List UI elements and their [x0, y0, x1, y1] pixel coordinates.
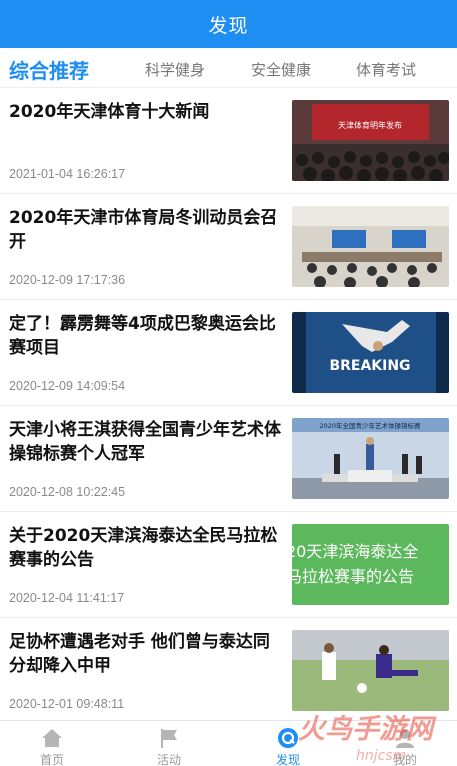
news-list: 2020年天津体育十大新闻 2021-01-04 16:26:17 天津体育明年…: [0, 88, 457, 720]
page-title: 发现: [208, 14, 249, 37]
tabbar-activity[interactable]: 活动: [129, 721, 209, 766]
tab-fitness[interactable]: 科学健身: [145, 59, 205, 80]
news-item[interactable]: 2020年天津市体育局冬训动员会召开 2020-12-09 17:17:36: [0, 194, 457, 300]
tabbar-label: 首页: [39, 753, 64, 766]
category-tabs: 综合推荐 科学健身 安全健康 体育考试: [0, 48, 457, 88]
tabbar-discover[interactable]: 发现: [248, 721, 328, 766]
news-thumbnail: 2020年全国青少年艺术体操锦标赛: [292, 418, 449, 499]
news-item[interactable]: 2020年天津体育十大新闻 2021-01-04 16:26:17 天津体育明年…: [0, 88, 457, 194]
thumb-caption: 马拉松赛事的公告: [292, 567, 414, 586]
news-item[interactable]: 关于2020天津滨海泰达全民马拉松赛事的公告 2020-12-04 11:41:…: [0, 512, 457, 618]
news-item[interactable]: 定了！霹雳舞等4项成巴黎奥运会比赛项目 2020-12-09 14:09:54 …: [0, 300, 457, 406]
user-icon: [396, 729, 414, 748]
home-icon: [42, 729, 62, 747]
flag-icon: [161, 729, 177, 748]
discover-icon: [278, 728, 298, 748]
news-thumbnail: BREAKING: [292, 312, 449, 393]
news-headline: 足协杯遭遇老对手 他们曾与泰达同分却降入中甲: [9, 632, 270, 676]
tab-comprehensive[interactable]: 综合推荐: [9, 55, 89, 84]
news-date: 2020-12-09 17:17:36: [9, 273, 126, 287]
tab-sports-exam[interactable]: 体育考试: [356, 59, 416, 80]
news-headline: 关于2020天津滨海泰达全民马拉松赛事的公告: [9, 526, 278, 570]
news-date: 2021-01-04 16:26:17: [9, 167, 126, 181]
news-thumbnail: 天津体育明年发布: [292, 100, 449, 181]
news-headline: 2020年天津市体育局冬训动员会召开: [9, 208, 278, 252]
tabbar-home[interactable]: 首页: [12, 721, 92, 766]
news-item[interactable]: 天津小将王淇获得全国青少年艺术体操锦标赛个人冠军 2020-12-08 10:2…: [0, 406, 457, 512]
news-thumbnail: [292, 206, 449, 287]
tabbar-me[interactable]: 我的: [365, 721, 445, 766]
news-thumbnail: 20天津滨海泰达全 马拉松赛事的公告: [292, 524, 449, 605]
news-item[interactable]: 足协杯遭遇老对手 他们曾与泰达同分却降入中甲 2020-12-01 09:48:…: [0, 618, 457, 720]
thumb-caption: BREAKING: [329, 358, 410, 374]
news-headline: 定了！霹雳舞等4项成巴黎奥运会比赛项目: [9, 314, 276, 358]
news-headline: 天津小将王淇获得全国青少年艺术体操锦标赛个人冠军: [9, 420, 281, 464]
tab-safety-health[interactable]: 安全健康: [251, 59, 311, 80]
bottom-tab-bar: 首页 活动 发现 我的: [0, 720, 457, 766]
news-date: 2020-12-04 11:41:17: [9, 591, 125, 605]
news-date: 2020-12-01 09:48:11: [9, 697, 125, 711]
news-headline: 2020年天津体育十大新闻: [9, 102, 210, 122]
news-date: 2020-12-08 10:22:45: [9, 485, 126, 499]
thumb-caption: 2020年全国青少年艺术体操锦标赛: [319, 421, 421, 430]
news-thumbnail: [292, 630, 449, 711]
news-date: 2020-12-09 14:09:54: [9, 379, 126, 393]
app-header: 发现: [0, 0, 457, 48]
thumb-caption: 天津体育明年发布: [338, 120, 402, 130]
tabbar-label: 我的: [392, 753, 417, 766]
tabbar-label: 发现: [275, 753, 300, 766]
thumb-caption: 20天津滨海泰达全: [292, 542, 418, 561]
tabbar-label: 活动: [156, 753, 181, 766]
